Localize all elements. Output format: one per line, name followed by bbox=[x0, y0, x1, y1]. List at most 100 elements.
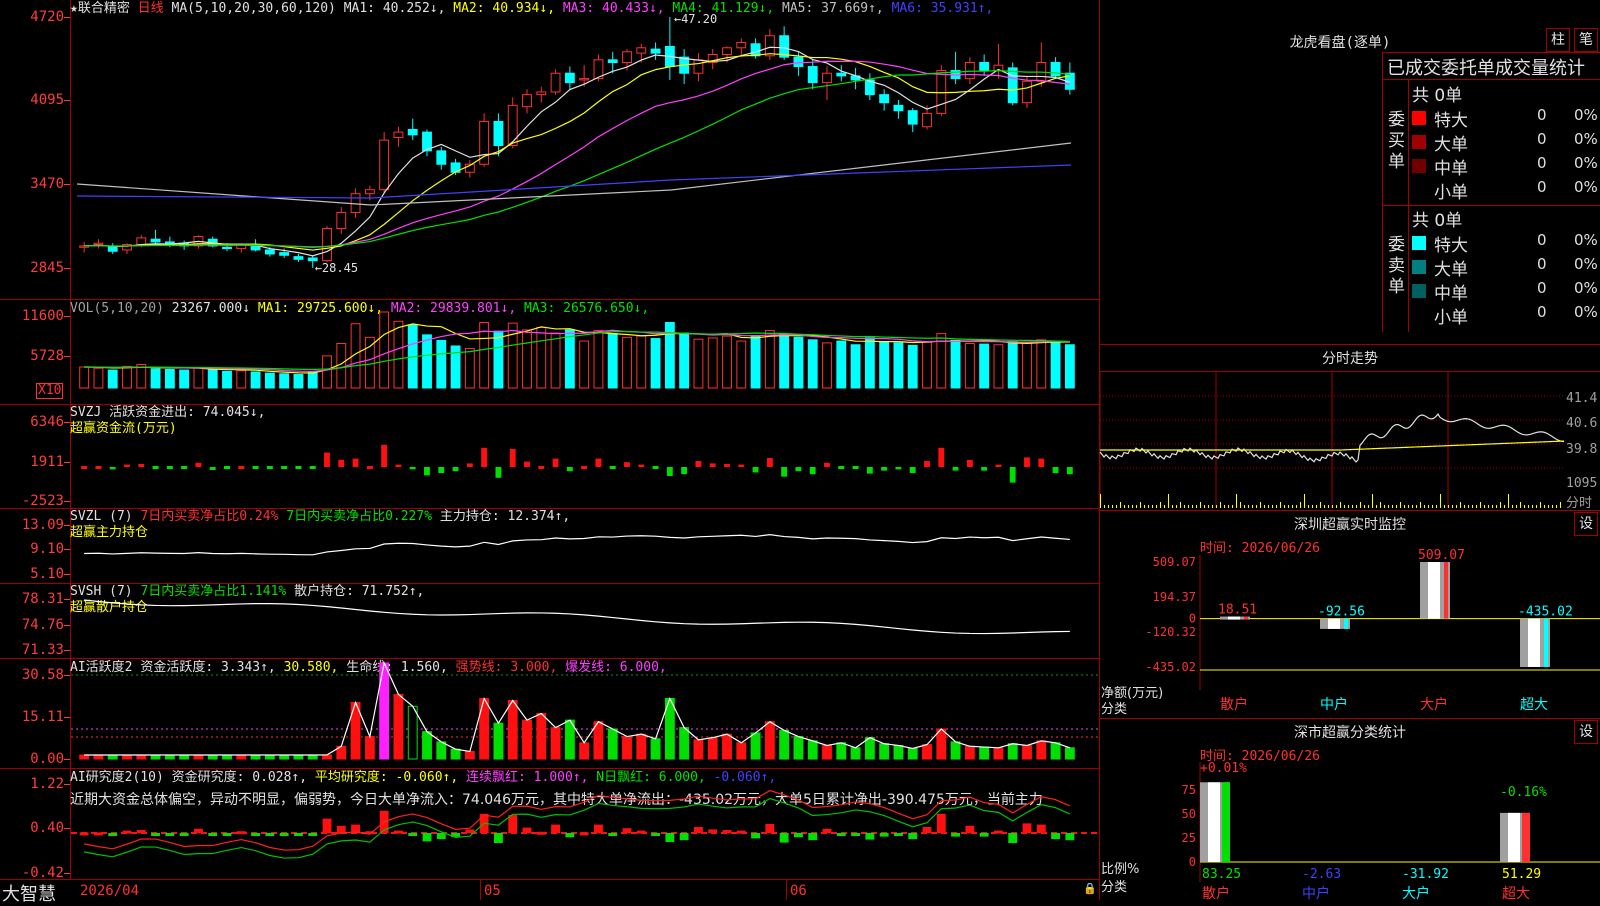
activity-bar bbox=[850, 747, 861, 760]
intraday-volume-bar bbox=[1476, 505, 1477, 508]
flow-bar bbox=[109, 467, 116, 470]
flow-bar bbox=[238, 466, 245, 469]
volume-bar bbox=[607, 333, 618, 389]
volume-bar bbox=[579, 340, 590, 389]
class-settings-button[interactable]: 设 bbox=[1574, 720, 1598, 744]
research-bar bbox=[722, 830, 732, 833]
chart-area[interactable]: ★联合精密 日线 MA(5,10,20,30,60,120) MA1: 40.2… bbox=[0, 0, 1100, 905]
volume-chart[interactable] bbox=[71, 300, 1099, 404]
class-value: -2.63 bbox=[1302, 867, 1341, 882]
candle-body bbox=[493, 120, 504, 147]
intraday-volume-bar bbox=[1276, 505, 1277, 508]
volume-bar bbox=[422, 334, 432, 389]
candle-body bbox=[250, 245, 261, 251]
volume-bar bbox=[879, 341, 890, 389]
research-bar bbox=[865, 833, 875, 840]
intraday-volume-bar bbox=[1340, 502, 1341, 508]
svzl-ytick: 13.09 bbox=[21, 517, 64, 533]
svsh-chart[interactable] bbox=[71, 584, 1099, 658]
lock-icon[interactable]: 🔒 bbox=[1083, 882, 1097, 895]
activity-bar bbox=[893, 744, 904, 760]
volume-bar bbox=[736, 340, 747, 389]
candle-body bbox=[750, 43, 761, 57]
svzl-chart[interactable] bbox=[71, 509, 1099, 583]
candle-body bbox=[564, 72, 575, 84]
research-bar bbox=[251, 833, 260, 836]
flow-bar bbox=[666, 467, 673, 476]
intraday-chart[interactable] bbox=[1099, 372, 1565, 508]
order-percent: 0% bbox=[1574, 303, 1598, 321]
intraday-volume-bar bbox=[1520, 502, 1521, 508]
activity-bar bbox=[464, 750, 475, 760]
intraday-volume-bar bbox=[1140, 502, 1141, 508]
main-ytick: 4095 bbox=[30, 92, 64, 108]
flow-bar bbox=[852, 466, 859, 469]
intraday-volume-bar bbox=[1128, 505, 1129, 508]
intraday-volume-bar bbox=[1336, 505, 1337, 508]
volume-bar bbox=[379, 311, 390, 389]
intraday-volume-bar bbox=[1528, 505, 1529, 508]
class-bar-highlight bbox=[1508, 812, 1520, 862]
bar-view-button[interactable]: 柱 bbox=[1546, 28, 1570, 52]
intraday-volume-bar bbox=[1392, 505, 1393, 508]
monitor-bar-highlight bbox=[1528, 618, 1540, 667]
volume-bar bbox=[436, 339, 447, 389]
intraday-volume-bar bbox=[1260, 502, 1261, 508]
order-color-swatch bbox=[1412, 284, 1426, 298]
intraday-volume-bar bbox=[1500, 502, 1501, 508]
intraday-volume-bar bbox=[1412, 505, 1413, 508]
activity-bar bbox=[622, 736, 632, 760]
candle-body bbox=[350, 193, 361, 213]
activity-bar bbox=[422, 731, 432, 760]
vol-ma3-line bbox=[84, 330, 1070, 371]
candle-body bbox=[793, 56, 804, 68]
main-ytick: 4720 bbox=[30, 9, 64, 25]
tick-view-button[interactable]: 笔 bbox=[1574, 28, 1598, 52]
research-bar bbox=[536, 831, 546, 835]
order-color-swatch bbox=[1412, 260, 1426, 274]
flow-bar bbox=[481, 447, 488, 467]
candle-body bbox=[722, 47, 732, 55]
candle-body bbox=[293, 256, 304, 260]
order-type-label: 中单 bbox=[1434, 159, 1468, 179]
class-bar-edge bbox=[1522, 812, 1530, 862]
flow-bar bbox=[895, 467, 902, 470]
ai-activity-chart[interactable] bbox=[71, 659, 1099, 768]
monitor-title: 深圳超赢实时监控 bbox=[1294, 517, 1406, 533]
research-bar bbox=[522, 827, 532, 833]
monitor-settings-button[interactable]: 设 bbox=[1574, 512, 1598, 536]
intraday-volume-bar bbox=[1172, 505, 1173, 508]
vol-unit-label: X10 bbox=[36, 383, 64, 399]
svzj-chart[interactable] bbox=[71, 405, 1099, 508]
order-color-swatch bbox=[1412, 111, 1426, 125]
research-bar bbox=[836, 833, 846, 836]
flow-bar bbox=[681, 467, 688, 475]
intraday-volume-bar bbox=[1108, 505, 1109, 508]
svzl-ytick: 9.10 bbox=[30, 541, 64, 557]
order-stats-tabs[interactable]: 已成交委托单成交量统计 bbox=[1387, 54, 1585, 80]
intraday-volume-bar bbox=[1356, 505, 1357, 508]
order-percent: 0% bbox=[1574, 106, 1598, 124]
volume-bar bbox=[822, 342, 832, 389]
flow-bar bbox=[452, 467, 459, 472]
activity-bar bbox=[607, 728, 618, 760]
intraday-volume-bar bbox=[1436, 505, 1437, 508]
intraday-volume-bar bbox=[1432, 505, 1433, 508]
candle-body bbox=[979, 62, 990, 72]
ai-research-chart[interactable] bbox=[71, 769, 1099, 879]
flow-bar bbox=[924, 461, 930, 467]
intraday-volume-bar bbox=[1120, 502, 1121, 508]
volume-bar bbox=[950, 339, 961, 389]
flow-bar bbox=[124, 464, 130, 467]
intraday-volume-bar bbox=[1444, 505, 1445, 508]
candlestick-chart[interactable]: ←47.20 ←28.45 bbox=[71, 0, 1099, 298]
intraday-volume-bar bbox=[1480, 502, 1481, 508]
intraday-volume-bar bbox=[1372, 494, 1373, 508]
activity-bar bbox=[650, 738, 661, 760]
research-bar bbox=[594, 824, 603, 833]
intraday-volume-bar bbox=[1488, 505, 1489, 508]
intraday-volume-bar bbox=[1132, 505, 1133, 508]
intraday-volume-bar bbox=[1388, 505, 1389, 508]
research-bar bbox=[936, 813, 946, 833]
activity-bar bbox=[1050, 742, 1061, 760]
